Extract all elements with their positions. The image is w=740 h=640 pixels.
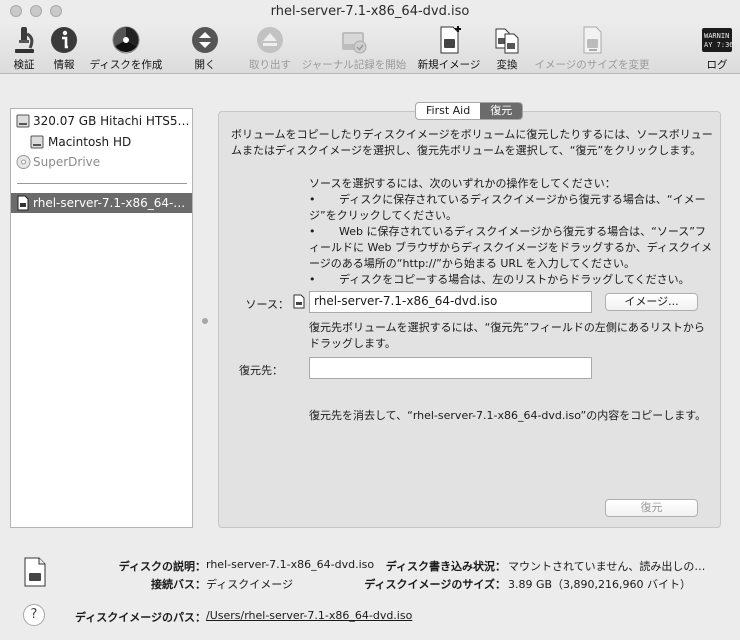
image-size-value: 3.89 GB（3,890,216,960 バイト） [508, 578, 692, 591]
console-log-icon: WARNIN AY 7:36 [702, 28, 733, 52]
hard-disk-icon [16, 114, 30, 128]
convert-button[interactable]: 変換 [490, 24, 524, 72]
choose-image-button[interactable]: イメージ... [605, 293, 698, 311]
new-image-button[interactable]: 新規イメージ [414, 24, 484, 72]
description-label: ディスクの説明： [118, 560, 206, 573]
verify-button[interactable]: 検証 [6, 24, 42, 72]
burn-icon [112, 26, 140, 54]
erase-note: 復元先を消去して、“rhel-server-7.1-x86_64-dvd.iso… [309, 409, 707, 422]
description-value: rhel-server-7.1-x86_64-dvd.iso [206, 558, 375, 571]
eject-button[interactable]: 取り出す [244, 24, 296, 72]
connection-bus-label: 接続バス： [151, 578, 206, 591]
hard-disk-journal-icon [342, 32, 367, 54]
convert-icon [495, 28, 519, 54]
tab-first-aid[interactable]: First Aid [416, 103, 480, 119]
resize-image-button[interactable]: イメージのサイズを変更 [528, 24, 656, 72]
disk-image-icon [17, 195, 29, 211]
write-status-label: ディスク書き込み状況： [385, 560, 506, 573]
source-label: ソース： [245, 298, 289, 311]
source-help-bullet-1: • ディスクに保存されているディスクイメージから復元する場合は、“イメージ”をク… [309, 193, 706, 222]
tab-restore[interactable]: 復元 [480, 103, 523, 119]
sidebar-divider [17, 183, 187, 184]
image-path-label: ディスクイメージのパス： [74, 611, 206, 624]
microscope-icon [15, 27, 34, 53]
source-field[interactable]: rhel-server-7.1-x86_64-dvd.iso [309, 291, 592, 313]
connection-bus-value: ディスクイメージ [206, 578, 294, 591]
journal-button[interactable]: ジャーナル記録を開始 [298, 24, 410, 72]
device-list[interactable]: 320.07 GB Hitachi HTS5… Macintosh HD Sup… [10, 108, 193, 528]
source-help-bullet-3: • ディスクをコピーする場合は、左のリストからドラッグしてください。 [309, 273, 690, 286]
window-title: rhel-server-7.1-x86_64-dvd.iso [270, 4, 470, 19]
optical-drive-icon [16, 155, 31, 169]
info-button[interactable]: 情報 [48, 24, 80, 72]
svg-text:AY 7:36: AY 7:36 [704, 41, 733, 49]
disk-image-icon [293, 294, 305, 309]
resize-image-icon [583, 26, 602, 54]
image-path-link[interactable]: /Users/rhel-server-7.1-x86_64-dvd.iso [206, 609, 412, 622]
disk-utility-window: rhel-server-7.1-x86_64-dvd.iso 検証 情報 ディス… [0, 0, 740, 640]
log-button[interactable]: WARNIN AY 7:36 ログ [700, 24, 734, 72]
tab-bar: First Aid 復元 [415, 102, 524, 120]
destination-help-text: 復元先ボリュームを選択するには、“復元先”フィールドの左側にあるリストからドラッ… [309, 321, 705, 350]
new-image-icon [440, 26, 461, 54]
source-help-bullet-2: • Web に保存されているディスクイメージから復元する場合は、“ソース”フィー… [309, 225, 712, 270]
svg-text:WARNIN: WARNIN [704, 32, 729, 40]
restore-intro-text: ボリュームをコピーしたりディスクイメージをボリュームに復元したりするには、ソース… [231, 128, 713, 157]
burn-button[interactable]: ディスクを作成 [86, 24, 166, 72]
restore-panel: ボリュームをコピーしたりディスクイメージをボリュームに復元したりするには、ソース… [218, 111, 721, 528]
sidebar-item-macintosh-hd[interactable]: Macintosh HD [11, 132, 192, 152]
destination-label: 復元先： [239, 364, 283, 377]
write-status-value: マウントされていません、読み出しの… [508, 560, 706, 573]
open-button[interactable]: 開く [188, 24, 222, 72]
source-help-title: ソースを選択するには、次のいずれかの操作をしてください： [309, 177, 616, 190]
sidebar-item-superdrive[interactable]: SuperDrive [11, 152, 192, 172]
title-bar: rhel-server-7.1-x86_64-dvd.iso [0, 0, 740, 22]
split-view-handle[interactable] [202, 318, 208, 324]
help-button[interactable]: ? [23, 604, 45, 626]
restore-button[interactable]: 復元 [605, 499, 698, 517]
disk-image-large-icon [24, 557, 46, 587]
toolbar: 検証 情報 ディスクを作成 開く 取り出す ジャーナル記録を開始 新規イメージ … [0, 22, 740, 74]
sidebar-item-hitachi-disk[interactable]: 320.07 GB Hitachi HTS5… [11, 111, 192, 131]
destination-field[interactable] [309, 357, 592, 379]
eject-icon [257, 27, 283, 53]
volume-icon [30, 135, 44, 149]
sidebar-item-rhel-image[interactable]: rhel-server-7.1-x86_64-… [11, 193, 192, 213]
image-size-label: ディスクイメージのサイズ： [364, 578, 506, 591]
open-icon [192, 27, 218, 53]
info-icon [51, 27, 77, 53]
